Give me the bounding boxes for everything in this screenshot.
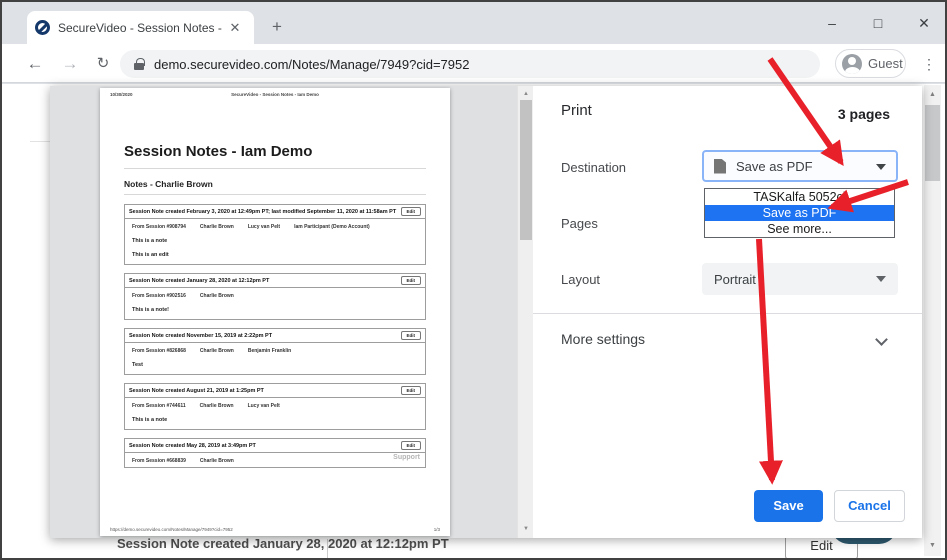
menu-icon[interactable]: ⋮: [918, 50, 940, 78]
note-meta: From Session #902516: [132, 293, 186, 299]
note-meta: Lucy van Pelt: [248, 403, 280, 409]
refresh-icon[interactable]: ↻: [90, 51, 116, 77]
dropdown-option-taskalfa[interactable]: TASKalfa 5052ci: [705, 189, 894, 205]
forward-icon[interactable]: →: [57, 51, 83, 77]
note-text: This is a note: [132, 417, 418, 423]
tab-strip: SecureVideo - Session Notes - Ia ✕ + – □…: [2, 2, 945, 44]
page-divider: [30, 141, 50, 142]
note-header: Session Note created January 28, 2020 at…: [129, 278, 269, 284]
pages-label: Pages: [561, 216, 598, 231]
scrollbar-thumb[interactable]: [925, 105, 940, 181]
background-card-border: [327, 539, 328, 560]
note-header: Session Note created May 28, 2019 at 3:4…: [129, 443, 256, 449]
note-edit-button: Edit: [401, 386, 422, 395]
preview-page-1: 10/30/2020 SecureVideo - Session Notes -…: [100, 88, 450, 536]
profile-button[interactable]: Guest: [835, 49, 906, 78]
session-note-card: Session Note created January 28, 2020 at…: [124, 273, 426, 320]
note-edit-button: Edit: [401, 276, 422, 285]
dropdown-option-save-as-pdf[interactable]: Save as PDF: [705, 205, 894, 221]
print-settings-panel: Print 3 pages Destination Save as PDF TA…: [533, 86, 922, 538]
note-meta: Charlie Brown: [200, 403, 234, 409]
scroll-down-icon[interactable]: ▼: [518, 523, 534, 536]
maximize-button[interactable]: □: [863, 10, 893, 36]
session-note-card: Session Note created February 3, 2020 at…: [124, 204, 426, 265]
browser-window: SecureVideo - Session Notes - Ia ✕ + – □…: [0, 0, 947, 560]
support-watermark: Support: [393, 454, 420, 461]
note-meta: Iam Participant (Demo Account): [294, 224, 370, 230]
session-note-card: Session Note created November 15, 2019 a…: [124, 328, 426, 375]
scroll-down-icon[interactable]: ▼: [924, 539, 941, 553]
print-header-title: SecureVideo - Session Notes - Iam Demo: [110, 92, 440, 97]
layout-value: Portrait: [714, 272, 756, 287]
destination-value: Save as PDF: [736, 159, 813, 174]
note-edit-button: Edit: [401, 331, 422, 340]
note-header: Session Note created August 21, 2019 at …: [129, 388, 264, 394]
note-meta: Charlie Brown: [200, 224, 234, 230]
note-header: Session Note created November 15, 2019 a…: [129, 333, 272, 339]
scroll-up-icon[interactable]: ▲: [924, 88, 941, 102]
securevideo-favicon: [35, 20, 50, 35]
tab-securevideo[interactable]: SecureVideo - Session Notes - Ia ✕: [27, 11, 254, 44]
destination-dropdown-menu: TASKalfa 5052ci Save as PDF See more...: [704, 188, 895, 238]
note-edit-button: Edit: [401, 441, 422, 450]
print-footer-url: https://demo.securevideo.com/Notes/Manag…: [110, 527, 233, 532]
note-text: Test: [132, 362, 418, 368]
minimize-button[interactable]: –: [817, 10, 847, 36]
note-text: This is an edit: [132, 252, 418, 258]
back-icon[interactable]: ←: [22, 51, 48, 77]
layout-label: Layout: [561, 272, 600, 287]
session-note-card: Session Note created May 28, 2019 at 3:4…: [124, 438, 426, 468]
note-meta: From Session #744611: [132, 403, 186, 409]
scrollbar-thumb[interactable]: [520, 100, 532, 240]
print-dialog: 10/30/2020 SecureVideo - Session Notes -…: [50, 86, 922, 538]
session-note-card: Session Note created August 21, 2019 at …: [124, 383, 426, 430]
lock-icon: [134, 58, 144, 70]
note-meta: Charlie Brown: [200, 293, 234, 299]
browser-scrollbar[interactable]: ▲ ▼: [924, 85, 941, 556]
document-icon: [714, 159, 726, 174]
new-tab-button[interactable]: +: [264, 14, 290, 40]
note-edit-button: Edit: [401, 207, 422, 216]
address-bar[interactable]: demo.securevideo.com/Notes/Manage/7949?c…: [120, 50, 820, 78]
cancel-button[interactable]: Cancel: [834, 490, 905, 522]
preview-scrollbar[interactable]: ▲ ▼: [517, 86, 533, 538]
destination-label: Destination: [561, 160, 626, 175]
note-meta: Charlie Brown: [200, 458, 234, 464]
browser-toolbar: ← → ↻ demo.securevideo.com/Notes/Manage/…: [2, 44, 945, 83]
profile-label: Guest: [868, 56, 903, 71]
note-meta: Benjamin Franklin: [248, 348, 291, 354]
tab-title: SecureVideo - Session Notes - Ia: [58, 21, 222, 35]
divider: [533, 313, 922, 314]
close-button[interactable]: ✕: [909, 10, 939, 36]
more-settings-button[interactable]: More settings: [561, 331, 645, 347]
avatar-icon: [842, 54, 862, 74]
note-meta: Lucy van Pelt: [248, 224, 280, 230]
chevron-down-icon: [875, 333, 888, 346]
print-preview-pane: 10/30/2020 SecureVideo - Session Notes -…: [50, 86, 517, 538]
note-meta: From Session #908794: [132, 224, 186, 230]
document-title: Session Notes - Iam Demo: [124, 143, 426, 160]
print-footer-page-number: 1/3: [434, 527, 440, 532]
note-meta: From Session #826868: [132, 348, 186, 354]
destination-select[interactable]: Save as PDF: [702, 150, 898, 182]
save-button[interactable]: Save: [754, 490, 823, 522]
print-dialog-title: Print: [561, 102, 592, 119]
note-header: Session Note created February 3, 2020 at…: [129, 209, 396, 215]
url-text: demo.securevideo.com/Notes/Manage/7949?c…: [154, 57, 469, 72]
caret-down-icon: [876, 276, 886, 282]
divider: [124, 168, 426, 169]
dropdown-option-see-more[interactable]: See more...: [705, 221, 894, 237]
note-text: This is a note!: [132, 307, 418, 313]
layout-select[interactable]: Portrait: [702, 263, 898, 295]
note-meta: Charlie Brown: [200, 348, 234, 354]
divider: [124, 194, 426, 195]
note-meta: From Session #668839: [132, 458, 186, 464]
notes-section-title: Notes - Charlie Brown: [124, 179, 426, 189]
note-text: This is a note: [132, 238, 418, 244]
caret-down-icon: [876, 164, 886, 170]
background-note-heading: Session Note created January 28, 2020 at…: [117, 536, 449, 551]
tab-close-icon[interactable]: ✕: [226, 19, 244, 37]
page-count: 3 pages: [838, 106, 890, 122]
